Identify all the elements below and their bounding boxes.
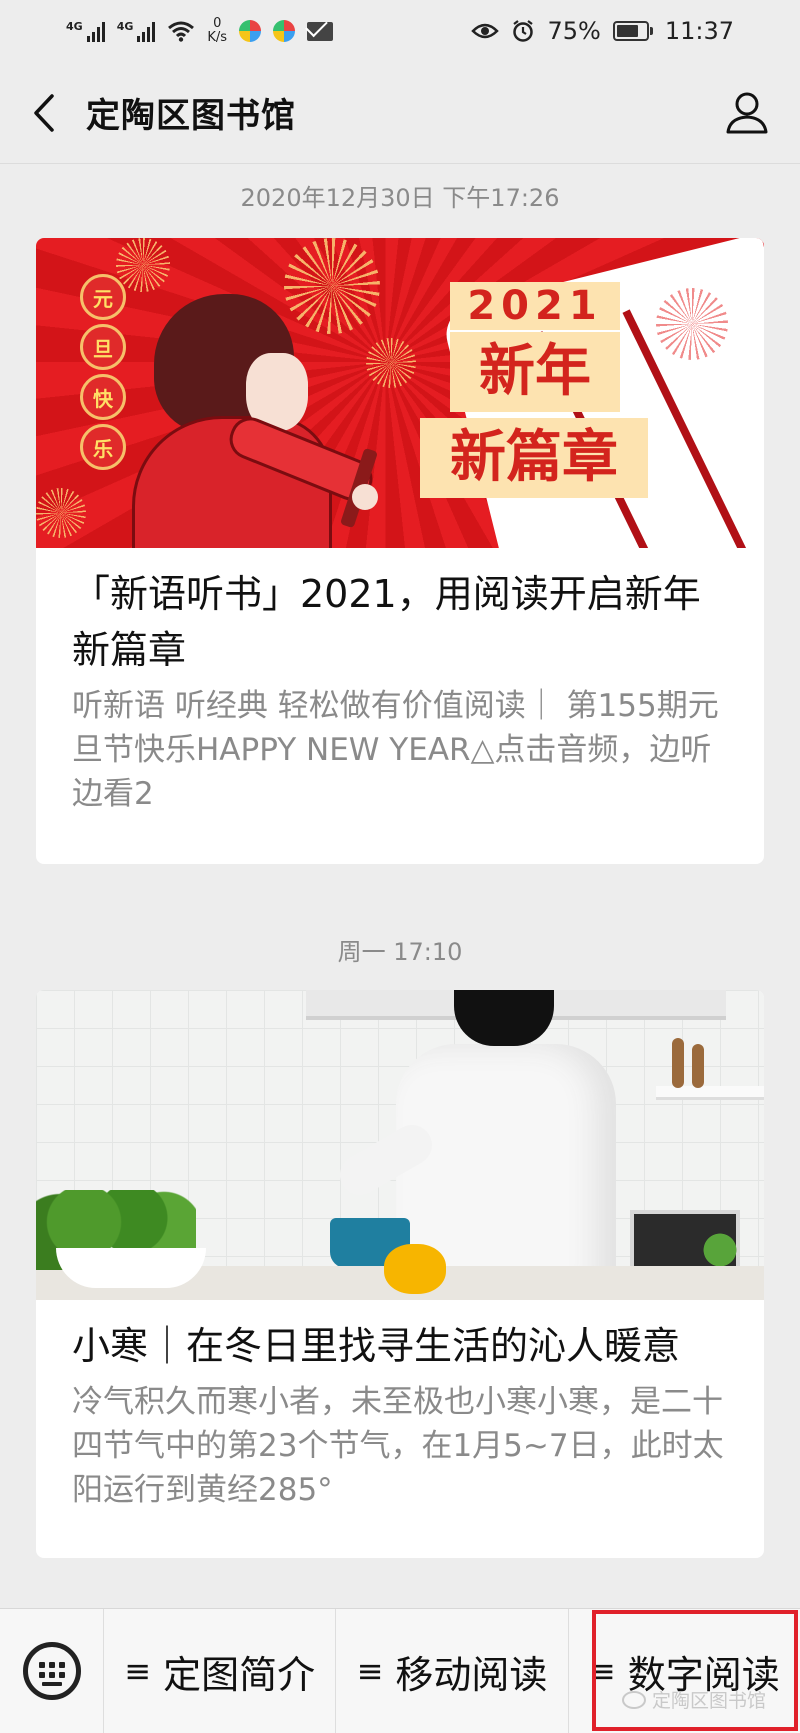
- menu-list-icon: ≡: [356, 1652, 384, 1690]
- network-speed: 0 K/s: [207, 17, 227, 45]
- alarm-icon: [513, 20, 534, 42]
- menu-item-label: 定图简介: [163, 1652, 316, 1697]
- wechat-icon: [622, 1690, 646, 1709]
- keyboard-toggle-button[interactable]: [0, 1609, 104, 1733]
- back-button[interactable]: [0, 62, 86, 163]
- article-cover-image: [36, 990, 764, 1300]
- article-card[interactable]: 元 旦 快 乐 2021 新年 新篇章 「新语听书」2021，用阅读开启新年新篇…: [36, 238, 764, 864]
- cover-headline: 新年: [450, 332, 620, 412]
- bottom-menu: ≡ 定图简介 ≡ 移动阅读 ≡ 数字阅读: [0, 1608, 800, 1733]
- cover-year: 2021: [450, 282, 620, 330]
- keyboard-icon: [22, 1642, 81, 1700]
- watermark: 定陶区图书馆: [622, 1686, 766, 1713]
- speed-unit: K/s: [207, 30, 228, 45]
- message-timestamp: 周一 17:10: [337, 938, 463, 966]
- article-cover-image: 元 旦 快 乐 2021 新年 新篇章: [36, 238, 764, 548]
- article-summary: 冷气积久而寒小者，未至极也小寒小寒，是二十四节气中的第23个节气，在1月5~7日…: [72, 1384, 724, 1508]
- menu-item-about-library[interactable]: ≡ 定图简介: [104, 1609, 337, 1733]
- battery-percent: 75%: [547, 17, 601, 45]
- profile-button[interactable]: [722, 88, 772, 138]
- speed-value: 0: [213, 16, 222, 31]
- person-icon: [726, 92, 768, 134]
- lantern-char: 快: [80, 374, 126, 420]
- status-right: 75% 11:37: [471, 17, 734, 45]
- app-notification-icon: [239, 20, 262, 42]
- status-bar: 4G 4G 0 K/s 75% 11:37: [0, 0, 800, 62]
- menu-list-icon: ≡: [588, 1652, 616, 1690]
- menu-item-label: 移动阅读: [395, 1652, 548, 1697]
- article-summary: 听新语 听经典 轻松做有价值阅读｜ 第155期元旦节快乐HAPPY NEW YE…: [72, 688, 719, 812]
- status-left: 4G 4G 0 K/s: [66, 17, 334, 45]
- lantern-char: 元: [80, 274, 126, 320]
- wifi-icon: [168, 21, 195, 42]
- lantern-char: 乐: [80, 424, 126, 470]
- menu-item-digital-reading[interactable]: ≡ 数字阅读: [569, 1609, 800, 1733]
- battery-icon: [612, 21, 653, 41]
- lantern-char: 旦: [80, 324, 126, 370]
- signal-icon-2: 4G: [117, 20, 156, 42]
- wechat-official-account-page: 4G 4G 0 K/s 75% 11:37 定陶区图书馆 2020年12月30日…: [0, 0, 800, 1733]
- article-title: 「新语听书」2021，用阅读开启新年新篇章: [72, 572, 701, 672]
- chevron-left-icon: [34, 93, 54, 132]
- article-card[interactable]: 小寒｜在冬日里找寻生活的沁人暖意 冷气积久而寒小者，未至极也小寒小寒，是二十四节…: [36, 990, 764, 1558]
- clock: 11:37: [664, 17, 734, 45]
- signal-icon: 4G: [66, 20, 105, 42]
- lantern-text: 元 旦 快 乐: [80, 274, 126, 470]
- eye-comfort-icon: [471, 23, 500, 39]
- article-title: 小寒｜在冬日里找寻生活的沁人暖意: [72, 1324, 681, 1368]
- menu-item-mobile-reading[interactable]: ≡ 移动阅读: [336, 1609, 569, 1733]
- message-timestamp: 2020年12月30日 下午17:26: [240, 184, 560, 212]
- app-header: 定陶区图书馆: [0, 62, 800, 164]
- menu-list-icon: ≡: [124, 1652, 152, 1690]
- page-title: 定陶区图书馆: [86, 96, 296, 136]
- watermark-text: 定陶区图书馆: [652, 1690, 767, 1712]
- cover-subheadline: 新篇章: [420, 418, 648, 498]
- mail-icon: [307, 21, 334, 41]
- app-notification-icon-2: [273, 20, 296, 42]
